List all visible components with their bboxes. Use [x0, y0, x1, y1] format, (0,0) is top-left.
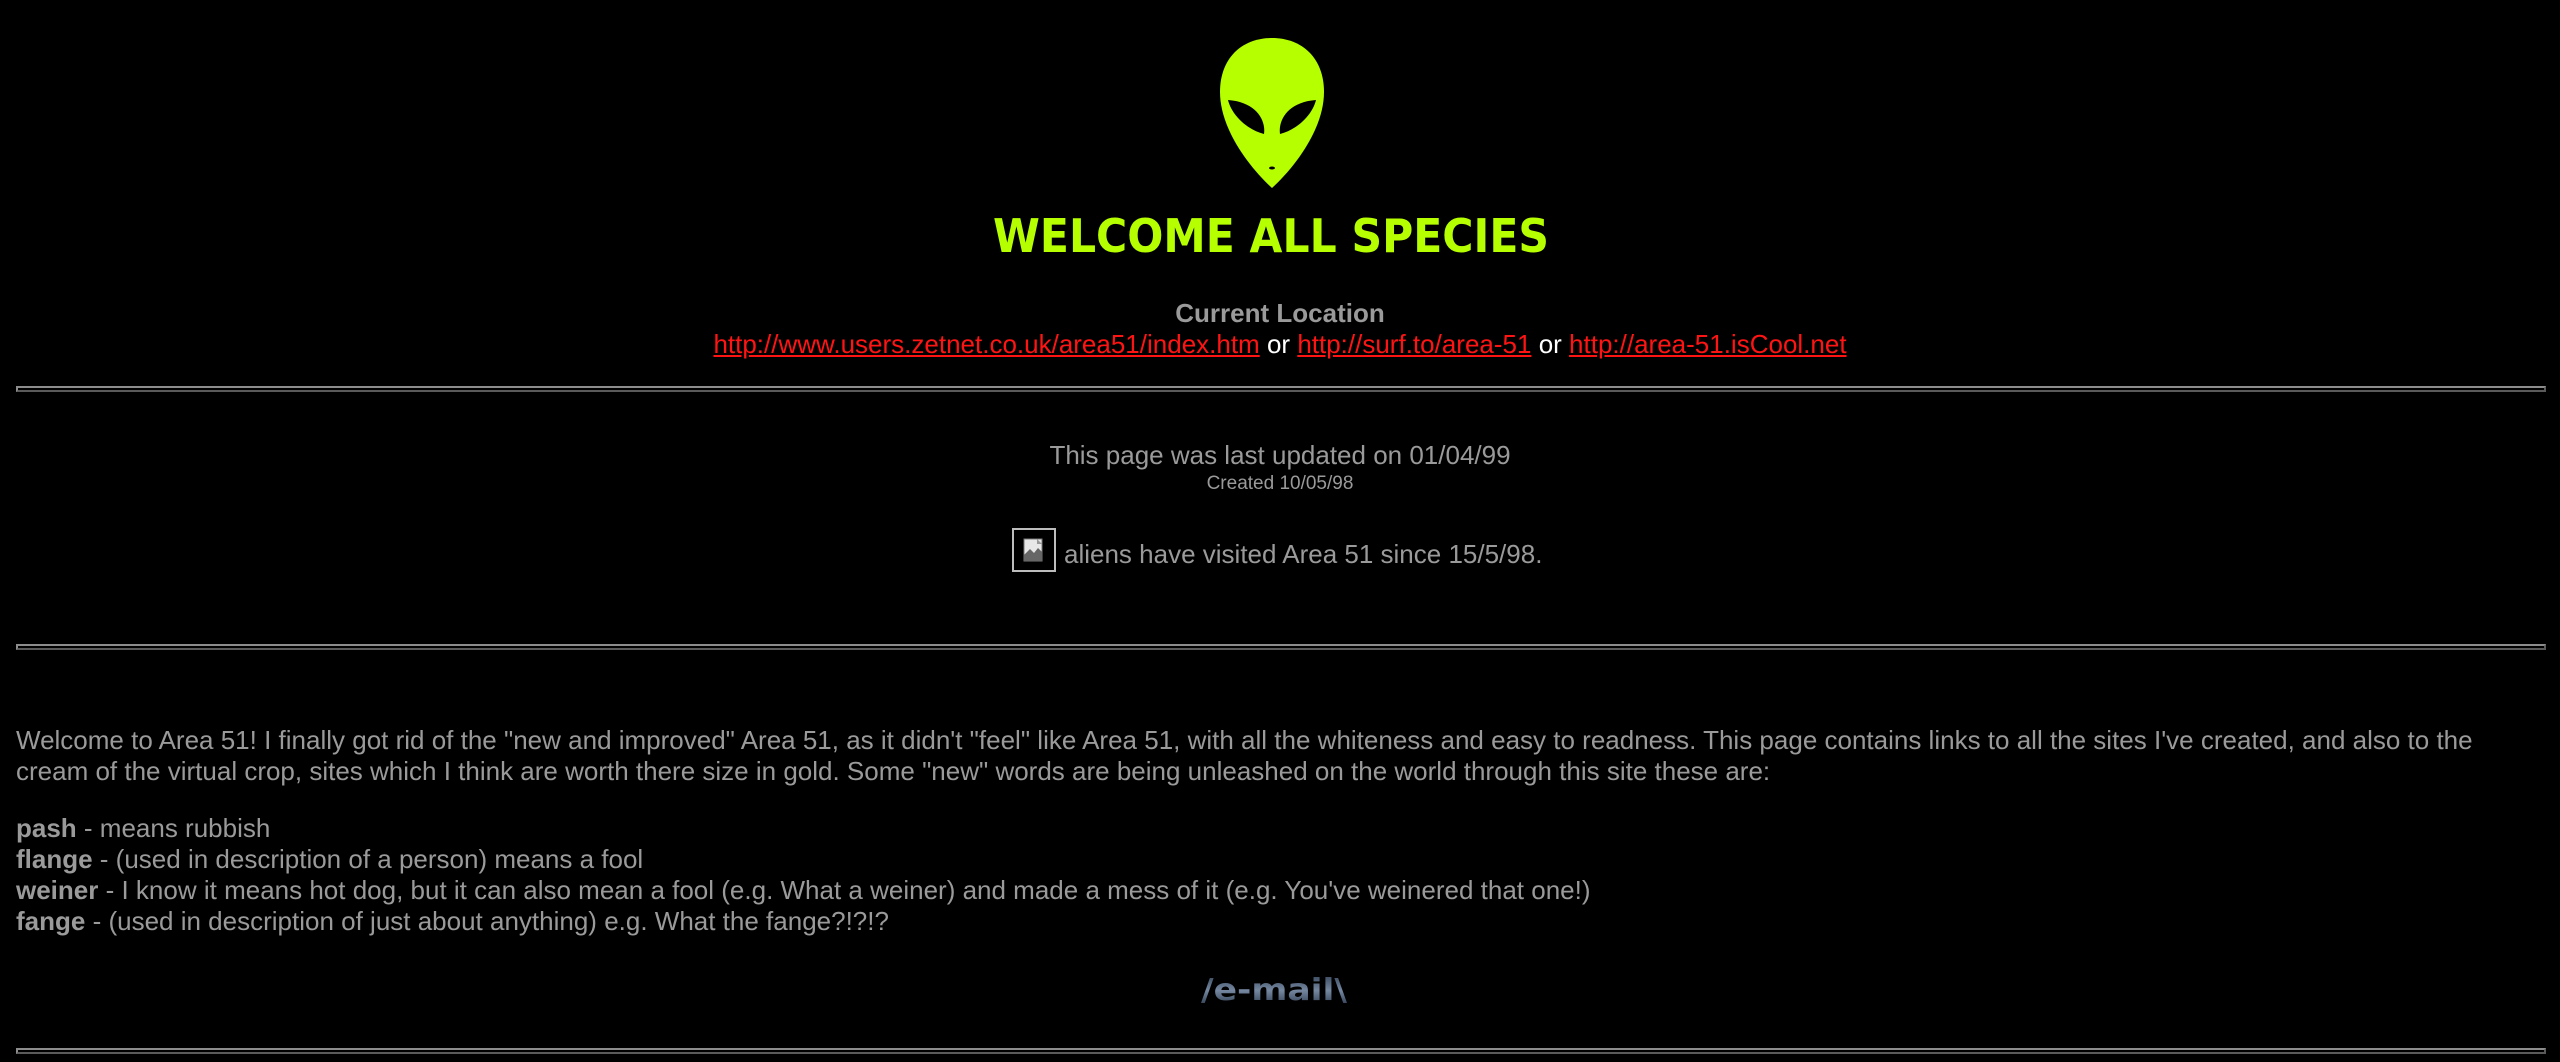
- location-links: http://www.users.zetnet.co.uk/area51/ind…: [0, 329, 2560, 360]
- glossary-item: weiner - I know it means hot dog, but it…: [16, 875, 2496, 906]
- horizontal-rule: [16, 1048, 2546, 1054]
- glossary-definition: - means rubbish: [76, 813, 271, 843]
- location-link-surf[interactable]: http://surf.to/area-51: [1297, 329, 1531, 359]
- glossary-definition: - I know it means hot dog, but it can al…: [98, 875, 1591, 905]
- visitor-count-text: aliens have visited Area 51 since 15/5/9…: [1064, 539, 1543, 569]
- last-updated-text: This page was last updated on 01/04/99: [1049, 440, 1511, 470]
- glossary-item: fange - (used in description of just abo…: [16, 906, 2496, 937]
- link-separator: or: [1266, 329, 1291, 359]
- glossary-item: pash - means rubbish: [16, 813, 2496, 844]
- glossary-term: fange: [16, 906, 86, 936]
- alien-head-icon: [1220, 38, 1324, 188]
- email-label: /e-mail\: [1201, 973, 1347, 1008]
- created-date-text: Created 10/05/98: [1206, 473, 1354, 494]
- glossary-term: flange: [16, 844, 93, 874]
- email-icon: /e-mail\: [1201, 973, 1347, 1008]
- glossary-term: weiner: [16, 875, 99, 905]
- broken-image-icon: [1012, 528, 1056, 572]
- horizontal-rule: [16, 386, 2546, 392]
- link-separator: or: [1538, 329, 1562, 359]
- welcome-banner: WELCOME ALL SPECIES: [993, 209, 1549, 263]
- email-link[interactable]: /e-mail\: [1198, 966, 1350, 1014]
- page: WELCOME ALL SPECIES Current Location htt…: [0, 0, 2560, 1062]
- glossary-definition: - (used in description of just about any…: [85, 906, 889, 936]
- glossary-term: pash: [16, 813, 77, 843]
- location-link-iscool[interactable]: http://area-51.isCool.net: [1569, 329, 1847, 359]
- welcome-banner-text: WELCOME ALL SPECIES: [993, 209, 1549, 263]
- horizontal-rule: [16, 644, 2546, 650]
- intro-paragraph: Welcome to Area 51! I finally got rid of…: [16, 725, 2473, 786]
- glossary-item: flange - (used in description of a perso…: [16, 844, 2496, 875]
- current-location-heading: Current Location: [1175, 298, 1385, 328]
- glossary-definition: - (used in description of a person) mean…: [92, 844, 644, 874]
- visitor-counter: aliens have visited Area 51 since 15/5/9…: [1012, 522, 1542, 572]
- glossary-list: pash - means rubbish flange - (used in d…: [16, 813, 2496, 937]
- location-link-zetnet[interactable]: http://www.users.zetnet.co.uk/area51/ind…: [713, 329, 1259, 359]
